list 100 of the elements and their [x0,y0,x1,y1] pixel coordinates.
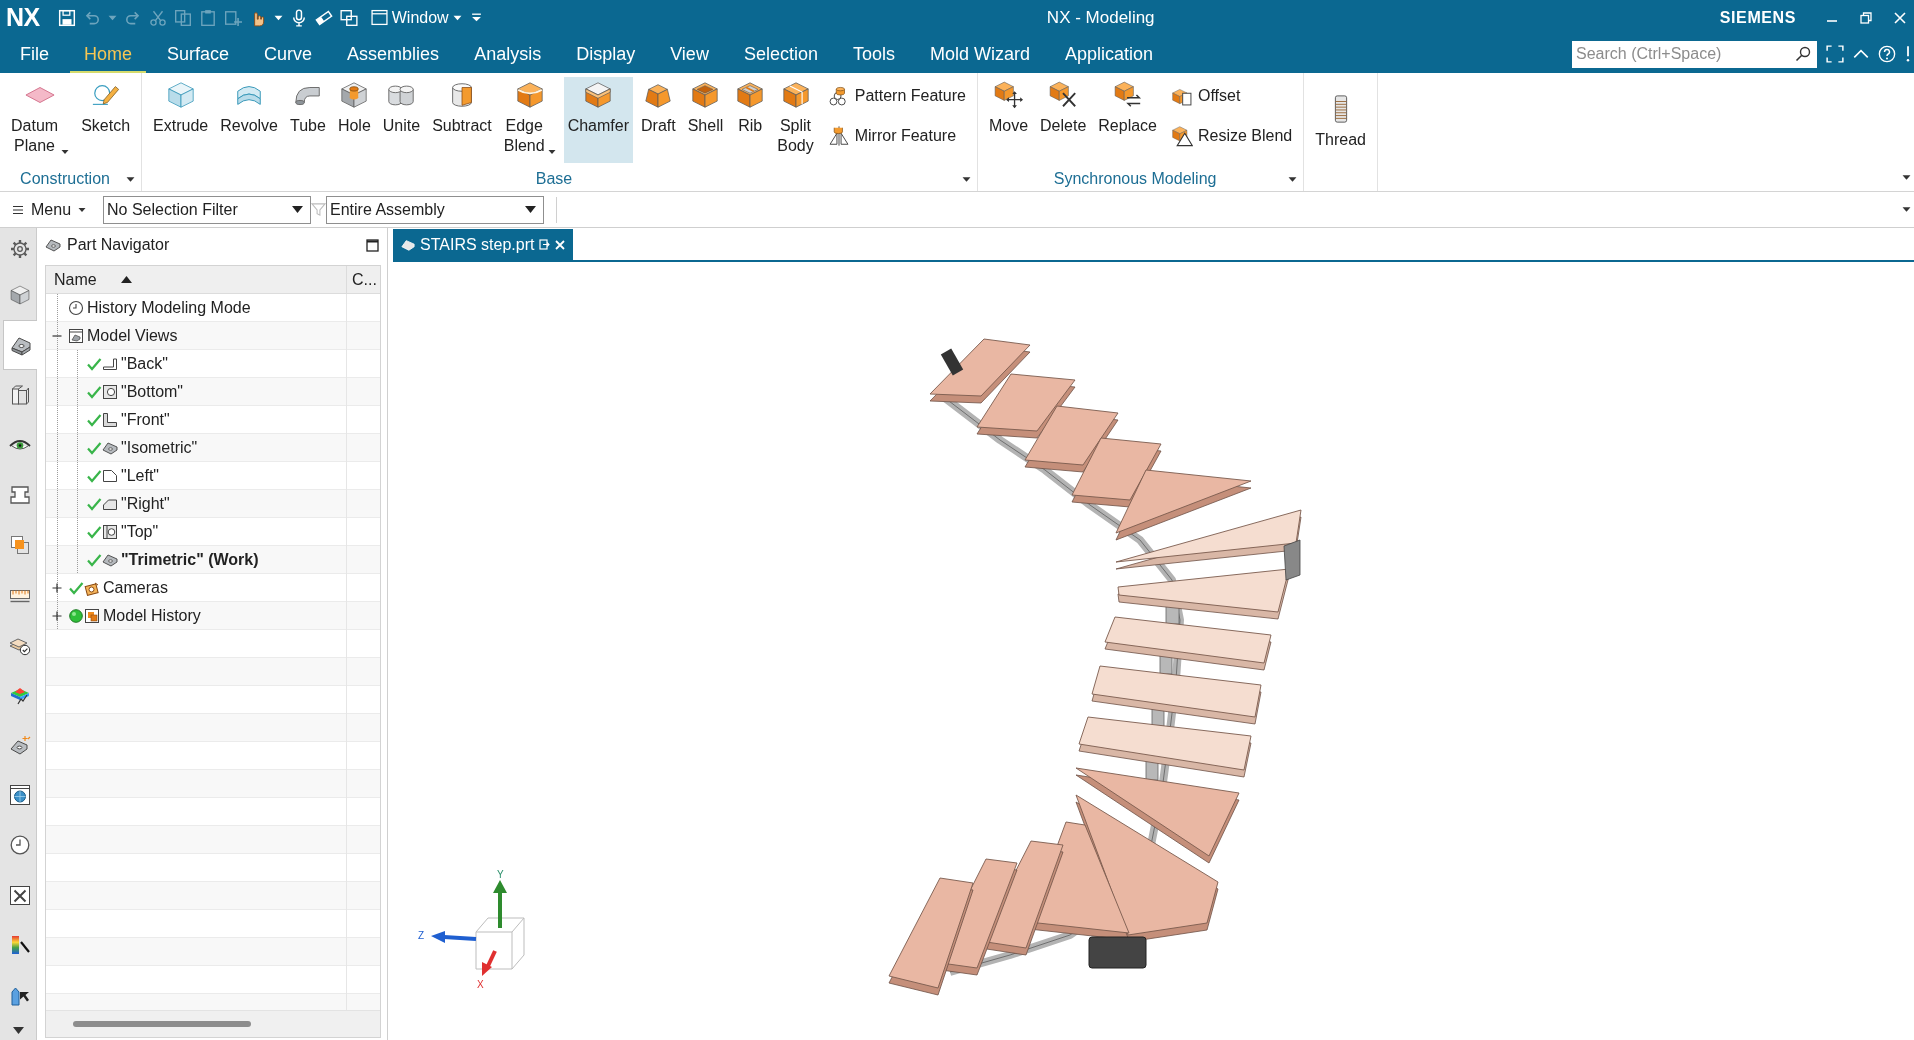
ribbon-tool-button[interactable]: Pattern Feature [823,81,970,111]
clock-icon[interactable] [9,834,31,856]
resource-tab[interactable] [3,320,37,370]
caret-icon[interactable] [1902,173,1911,182]
books-icon[interactable] [9,384,31,406]
group-label: Base [534,170,574,188]
help-icon[interactable] [1878,45,1896,63]
mirror-icon [827,125,850,147]
search-field[interactable]: Search (Ctrl+Space) [1572,40,1817,68]
selection-filter-dropdown[interactable]: No Selection Filter [103,195,312,224]
part-sparks-icon[interactable] [9,734,31,756]
plus-icon[interactable] [52,583,62,593]
ribbon-tool-button[interactable]: Draft [637,77,680,163]
ribbon-tool-button[interactable]: Tube [286,77,330,163]
alert-icon[interactable] [1904,45,1912,63]
ribbon-tool-button[interactable]: Rib [731,77,770,163]
group-label: Construction [19,170,111,188]
caret-icon[interactable] [1902,205,1911,214]
ribbon-tool-button[interactable]: Datum Plane [7,77,74,163]
save-icon[interactable] [57,8,76,27]
tree-node[interactable]: "Right" [121,495,170,513]
tree-node[interactable]: "Front" [121,411,170,429]
windows-icon[interactable] [339,8,358,27]
menu-tab[interactable]: View [656,35,723,73]
tree-node[interactable]: Model History [103,607,201,625]
squares-icon[interactable] [9,534,31,556]
caret-icon[interactable] [12,1026,24,1034]
window-menu-button[interactable]: Window [368,8,464,27]
ribbon-tool-button[interactable]: Resize Blend [1167,121,1297,151]
ribbon-tool-button[interactable]: Mirror Feature [823,121,970,151]
ribbon-tool-button[interactable]: Thread [1311,91,1370,177]
ribbon-tool-button[interactable]: Delete [1036,77,1091,163]
restore-icon[interactable] [1860,11,1872,24]
caret-icon[interactable] [273,13,283,22]
gear-icon[interactable] [9,238,31,260]
ribbon-tool-button[interactable]: Revolve [216,77,282,163]
ribbon-tool-button[interactable]: Edge Blend [499,77,560,163]
axis-label: Y [497,869,504,880]
caret-icon[interactable] [547,148,556,156]
tree-node[interactable]: "Back" [121,355,168,373]
customize-caret-icon[interactable] [470,12,482,23]
ribbon-tool-button[interactable]: Chamfer [563,77,633,163]
caret-icon [292,206,304,213]
i-beam-icon[interactable] [9,484,31,506]
cube-swap-icon [1112,80,1143,110]
eraser-icon[interactable] [314,8,333,27]
caret-icon[interactable] [1288,174,1298,184]
caret-icon[interactable] [61,148,70,156]
menu-button[interactable]: Menu [8,200,91,219]
x-box-icon[interactable] [9,884,31,906]
menu-tab[interactable]: Display [562,35,650,73]
caret-icon[interactable] [126,174,136,184]
menu-tab[interactable]: File [6,35,63,73]
ribbon-tool-button[interactable]: Hole [333,77,375,163]
ribbon-tool-button[interactable]: Replace [1094,77,1161,163]
close-icon[interactable] [555,239,566,250]
square-arrow-icon[interactable] [539,239,551,250]
ribbon-tool-button[interactable]: Move [984,77,1033,163]
menu-tab[interactable]: Mold Wizard [916,35,1044,73]
menu-tab[interactable]: Application [1051,35,1168,73]
cube-icon[interactable] [9,284,31,306]
squares-window-icon [84,608,100,624]
tree-node[interactable]: "Left" [121,467,160,485]
ribbon-tool-button[interactable]: Subtract [428,77,496,163]
ribbon-tool-button[interactable]: Sketch [77,77,135,163]
tree-node[interactable]: "Isometric" [121,439,198,457]
ribbon-tool-button[interactable]: Shell [683,77,728,163]
column-header[interactable]: C... [347,266,380,293]
ribbon-tool-button[interactable]: Offset [1167,81,1297,111]
search-icon[interactable] [1795,45,1811,62]
filter-icon[interactable] [311,202,327,217]
document-tab[interactable]: STAIRS step.prt [393,229,574,260]
tree-node[interactable]: Model Views [87,327,178,345]
close-icon[interactable] [1894,11,1906,24]
scope-dropdown[interactable]: Entire Assembly [326,195,545,224]
tree-node[interactable]: History Modeling Mode [87,299,251,317]
color-scale-icon[interactable] [9,934,31,956]
plus-icon[interactable] [52,611,62,621]
column-header[interactable]: Name [46,266,347,293]
ribbon-tool-button[interactable]: Split Body [773,77,818,163]
ribbon-tool-button[interactable]: Unite [378,77,425,163]
scrollbar-thumb[interactable] [73,1021,251,1027]
menu-tab[interactable]: Selection [729,35,832,73]
menu-tab[interactable]: Surface [153,35,244,73]
caret-icon[interactable] [452,13,462,22]
menu-tab[interactable]: Assemblies [333,35,454,73]
menu-tab[interactable]: Analysis [460,35,556,73]
tree-node[interactable]: Cameras [103,579,168,597]
tree-node[interactable]: "Bottom" [121,383,184,401]
caret-icon[interactable] [961,174,971,184]
globe-window-icon[interactable] [9,784,31,806]
menu-tab[interactable]: Tools [838,35,909,73]
ribbon-tool-button[interactable]: Extrude [149,77,213,163]
menu-tab[interactable]: Curve [250,35,327,73]
tree-node[interactable]: "Trimetric" (Work) [121,551,259,569]
part-icon [45,237,61,253]
split-cube-icon [780,80,811,110]
tree-node[interactable]: "Top" [121,523,159,541]
fullscreen-icon[interactable] [1826,45,1844,63]
maximize-icon[interactable] [366,238,379,252]
